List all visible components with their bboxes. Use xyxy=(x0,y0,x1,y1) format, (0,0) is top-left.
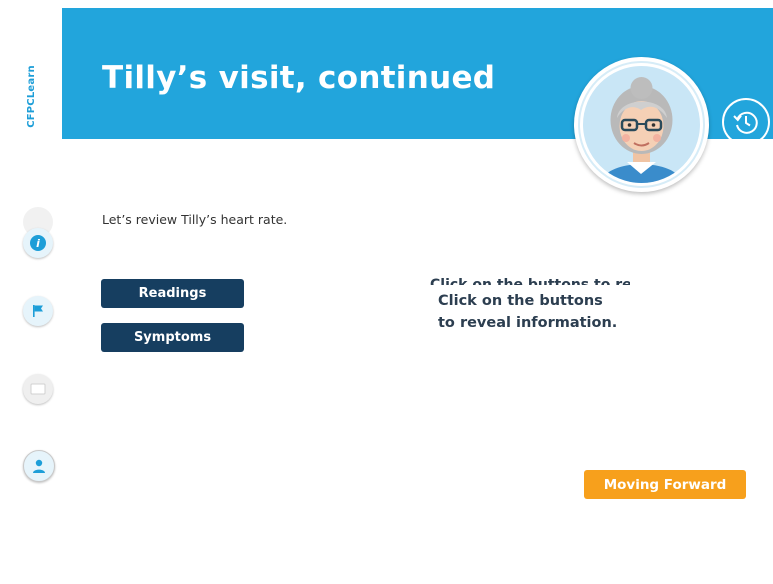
history-icon xyxy=(733,111,758,134)
grandmother-portrait-icon xyxy=(601,77,682,183)
hint-overflow-text: Click on the buttons to reveal informati… xyxy=(430,277,630,285)
moving-forward-button[interactable]: Moving Forward xyxy=(584,470,746,499)
symptoms-button[interactable]: Symptoms xyxy=(101,323,244,352)
history-button[interactable] xyxy=(722,98,770,146)
sidebar: CFPCLearn i xyxy=(0,0,62,584)
info-button[interactable]: i xyxy=(23,228,53,258)
instruction-text: Click on the buttons to reveal informati… xyxy=(438,293,618,331)
user-icon xyxy=(33,459,45,473)
avatar xyxy=(574,57,709,192)
info-icon: i xyxy=(30,235,46,251)
flag-button[interactable] xyxy=(23,296,53,326)
book-icon xyxy=(30,383,46,395)
page-title: Tilly’s visit, continued xyxy=(102,60,496,96)
book-button[interactable] xyxy=(23,374,53,404)
flag-icon xyxy=(33,305,43,317)
intro-text: Let’s review Tilly’s heart rate. xyxy=(102,212,288,227)
readings-button[interactable]: Readings xyxy=(101,279,244,308)
brand-logo: CFPCLearn xyxy=(18,56,44,136)
avatar-portrait xyxy=(583,66,700,183)
brand-text: CFPCLearn xyxy=(25,64,37,128)
profile-button[interactable] xyxy=(23,450,55,482)
